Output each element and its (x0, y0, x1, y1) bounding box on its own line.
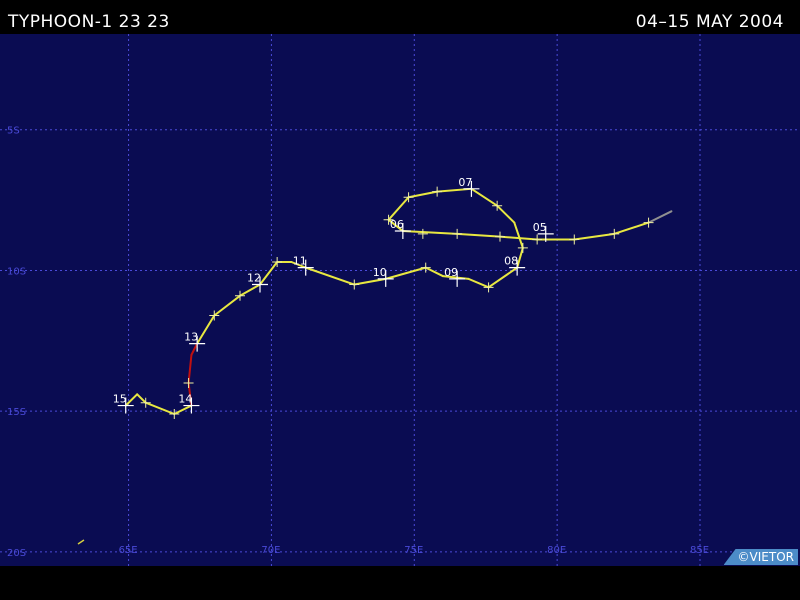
track-map: 65E 70E 75E 80E 85E 5S 10S 15S 20S 05 06 07 08 09 10 1… (0, 34, 800, 566)
day-label: 07 (458, 176, 472, 189)
credit-badge: ©VIETOR (723, 549, 798, 565)
day-label: 09 (444, 266, 458, 279)
storm-title: TYPHOON-1 23 23 (8, 12, 170, 32)
day-label: 11 (293, 255, 307, 268)
longitude-label: 65E (119, 545, 138, 556)
day-label: 06 (390, 218, 404, 231)
day-label: 13 (184, 331, 198, 344)
day-label: 15 (113, 393, 127, 406)
day-label: 14 (178, 393, 192, 406)
latitude-label: 10S (7, 266, 26, 277)
longitude-label: 80E (547, 545, 566, 556)
day-label: 05 (533, 221, 547, 234)
latitude-label: 15S (7, 407, 26, 418)
date-range: 04–15 MAY 2004 (635, 12, 784, 32)
day-label: 10 (373, 266, 387, 279)
day-label: 12 (247, 272, 261, 285)
footer-bar (0, 566, 800, 600)
longitude-label: 70E (261, 545, 280, 556)
day-label: 08 (504, 255, 518, 268)
ocean-background (0, 34, 800, 566)
header-bar: TYPHOON-1 23 23 04–15 MAY 2004 (0, 0, 800, 34)
latitude-label: 20S (7, 548, 26, 559)
longitude-label: 75E (404, 545, 423, 556)
latitude-label: 5S (7, 126, 20, 137)
longitude-label: 85E (690, 545, 709, 556)
